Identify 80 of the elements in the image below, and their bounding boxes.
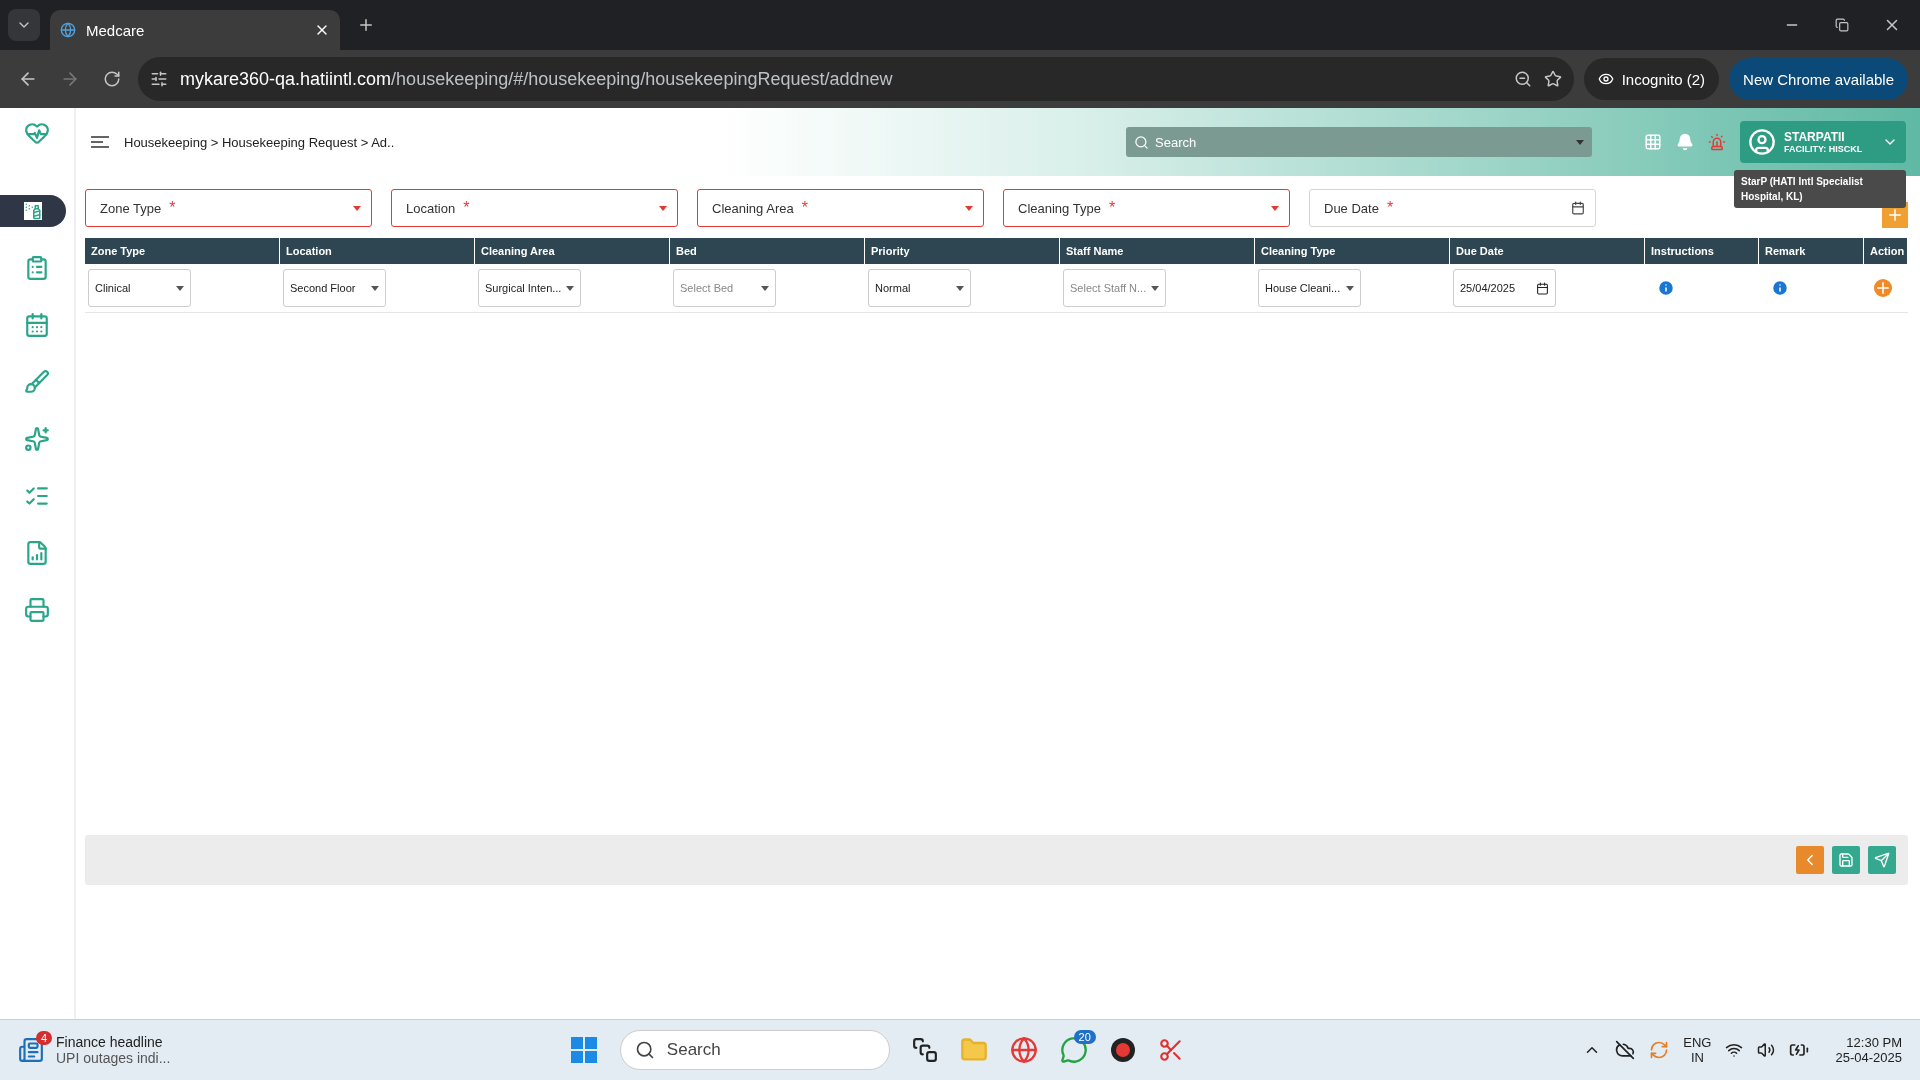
search-icon (1134, 134, 1149, 150)
date-field[interactable]: 25/04/2025 (1453, 269, 1556, 307)
add-icon[interactable] (1874, 279, 1892, 297)
back-button[interactable] (1796, 846, 1824, 874)
column-header: Instructions (1645, 238, 1759, 264)
plus-icon (1886, 206, 1904, 224)
wifi-icon[interactable] (1725, 1041, 1744, 1059)
user-icon (1748, 128, 1776, 156)
star-icon[interactable] (1543, 70, 1562, 88)
select-field[interactable]: Normal (868, 269, 971, 307)
save-button[interactable] (1832, 846, 1860, 874)
select-field[interactable]: Cleaning Area * (697, 189, 984, 227)
send-icon (1874, 852, 1890, 868)
column-header: Location (280, 238, 475, 264)
spray-can-icon[interactable] (24, 202, 42, 220)
select-field[interactable]: Clinical (88, 269, 191, 307)
browser-tab[interactable]: Medcare (50, 10, 340, 50)
column-header: Bed (670, 238, 865, 264)
language-indicator[interactable]: ENG IN (1683, 1035, 1712, 1065)
printer-icon[interactable] (24, 597, 50, 623)
notification-badge: 4 (35, 1031, 52, 1045)
notification-icon[interactable] (1676, 133, 1694, 151)
address-bar[interactable]: mykare360-qa.hatiintl.com/housekeeping/#/housekeeping/housekeepingRequest/addnew (138, 57, 1574, 101)
column-header: Cleaning Area (475, 238, 670, 264)
notification-badge: 20 (1073, 1030, 1096, 1044)
info-icon[interactable] (1771, 279, 1789, 297)
select-field[interactable]: Surgical Inten... (478, 269, 581, 307)
incognito-icon (1597, 71, 1614, 87)
clock[interactable]: 12:30 PM 25-04-2025 (1835, 1035, 1902, 1065)
clipboard-icon[interactable] (24, 255, 50, 281)
tooltip: StarP (HATI Intl Specialist Hospital, KL) (1734, 170, 1906, 208)
select-field[interactable]: Select Bed (673, 269, 776, 307)
task-view-icon[interactable] (911, 1037, 938, 1063)
news-text[interactable]: UPI outages indi... (56, 1050, 171, 1066)
select-field[interactable]: Zone Type * (85, 189, 372, 227)
browser-icon[interactable] (1009, 1036, 1038, 1064)
select-field[interactable]: Select Staff N... (1063, 269, 1166, 307)
column-header: Action (1864, 238, 1908, 264)
menu-icon[interactable] (90, 135, 110, 149)
news-title[interactable]: Finance headline (56, 1034, 171, 1050)
new-tab-icon[interactable] (357, 16, 375, 34)
column-header: Priority (865, 238, 1060, 264)
sync-icon[interactable] (1649, 1040, 1670, 1060)
column-header: Remark (1759, 238, 1864, 264)
sidebar-item[interactable] (0, 195, 66, 227)
date-field[interactable]: Due Date * (1309, 189, 1596, 227)
select-field[interactable]: Location * (391, 189, 678, 227)
column-header: Zone Type (85, 238, 280, 264)
select-field[interactable]: Cleaning Type * (1003, 189, 1290, 227)
column-header: Due Date (1450, 238, 1645, 264)
restore-icon[interactable] (1835, 18, 1849, 32)
site-settings-icon[interactable] (150, 70, 168, 88)
incognito-button[interactable]: Incognito (2) (1583, 58, 1720, 100)
search-icon (634, 1040, 655, 1060)
reload-icon[interactable] (103, 70, 121, 88)
sparkle-icon[interactable] (24, 426, 50, 452)
column-header: Staff Name (1060, 238, 1255, 264)
report-icon[interactable] (24, 540, 50, 566)
taskbar-search[interactable]: Search (619, 1030, 890, 1070)
cloud-icon[interactable] (1615, 1040, 1636, 1060)
start-icon[interactable] (569, 1036, 598, 1064)
select-field[interactable]: Second Floor (283, 269, 386, 307)
save-icon (1838, 852, 1854, 868)
send-button[interactable] (1868, 846, 1896, 874)
update-button[interactable]: New Chrome available (1729, 58, 1908, 100)
globe-icon (60, 22, 76, 38)
breadcrumb: Housekeeping > Housekeeping Request > Ad.. (124, 134, 395, 150)
calendar-icon[interactable] (1536, 281, 1549, 295)
zoom-out-icon[interactable] (1513, 70, 1532, 88)
tab-list-button[interactable] (8, 9, 40, 41)
select-field[interactable]: House Cleani... (1258, 269, 1361, 307)
calendar-icon[interactable] (1571, 201, 1585, 215)
brush-icon[interactable] (24, 369, 50, 395)
snipping-icon[interactable] (1157, 1037, 1184, 1063)
volume-icon[interactable] (1757, 1041, 1776, 1059)
info-icon[interactable] (1657, 279, 1675, 297)
record-icon[interactable] (1109, 1037, 1136, 1063)
logo-icon (24, 120, 50, 146)
alarm-icon[interactable] (1708, 133, 1726, 151)
column-header: Cleaning Type (1255, 238, 1450, 264)
